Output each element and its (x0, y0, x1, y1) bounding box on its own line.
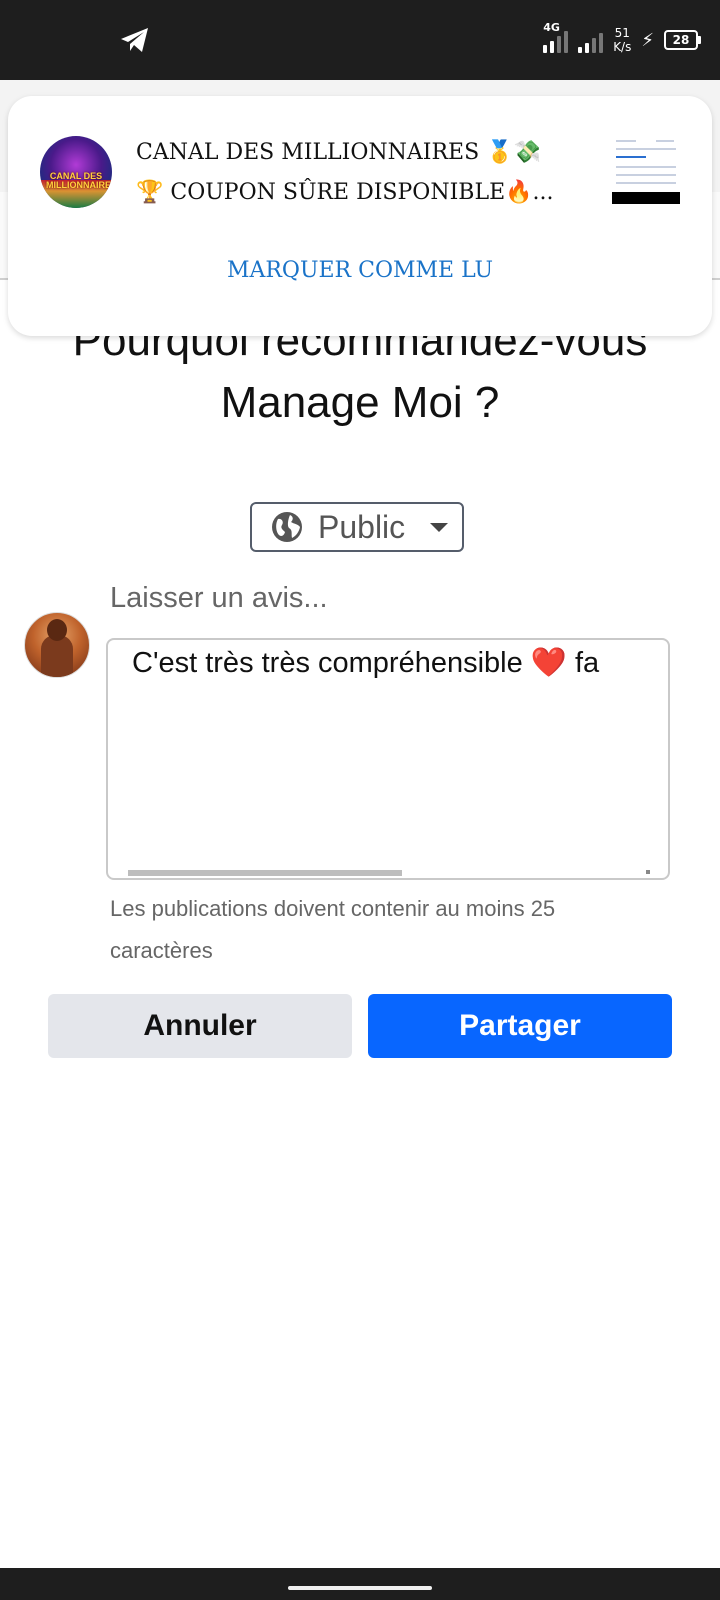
user-avatar (24, 612, 90, 678)
chevron-down-icon (430, 522, 448, 532)
review-textarea[interactable]: C'est très très compréhensible ❤️ fa (106, 638, 670, 880)
battery-icon: 28 (664, 30, 701, 50)
home-gesture-handle[interactable] (288, 1586, 432, 1590)
audience-selector[interactable]: Public (250, 502, 464, 552)
resize-handle-icon[interactable] (646, 870, 650, 874)
page-title-line2: Manage Moi ? (220, 378, 500, 427)
notification-card[interactable]: CANAL DES MILLIONNAIRES CANAL DES MILLIO… (8, 96, 712, 336)
review-text[interactable]: C'est très très compréhensible ❤️ fa (132, 646, 599, 680)
cancel-button[interactable]: Annuler (48, 994, 352, 1058)
signal-1-icon: 4G (543, 21, 569, 53)
globe-icon (272, 512, 302, 542)
status-indicators: 4G 51 K/s ⚡ 28 (543, 21, 701, 58)
notification-title: CANAL DES MILLIONNAIRES 🥇💸 (136, 140, 541, 165)
signal-2-icon (578, 27, 604, 53)
audience-label: Public (318, 508, 406, 545)
character-requirement-hint: Les publications doivent contenir au moi… (110, 896, 556, 963)
navigation-bar (0, 1568, 720, 1600)
channel-avatar-logo: CANAL DES MILLIONNAIRES (46, 171, 112, 190)
network-type-label: 4G (543, 21, 560, 34)
review-prompt: Laisser un avis... (110, 582, 328, 614)
charging-icon: ⚡ (641, 29, 654, 51)
mark-as-read-button[interactable]: MARQUER COMME LU (8, 258, 712, 283)
channel-avatar: CANAL DES MILLIONNAIRES (40, 136, 112, 208)
network-speed: 51 K/s (613, 26, 631, 54)
battery-level: 28 (672, 33, 690, 47)
review-text-start: C'est très très compréhensible (132, 647, 531, 679)
horizontal-scrollbar[interactable] (128, 870, 402, 876)
share-button[interactable]: Partager (368, 994, 672, 1058)
telegram-icon (121, 28, 148, 52)
review-text-end: fa (566, 647, 600, 679)
status-bar: 4G 51 K/s ⚡ 28 (0, 0, 720, 80)
notification-thumbnail (612, 136, 680, 204)
notification-body: 🏆 COUPON SÛRE DISPONIBLE🔥... (136, 180, 554, 205)
network-speed-value: 51 (614, 26, 630, 40)
heart-emoji: ❤️ (530, 647, 567, 679)
network-speed-unit: K/s (613, 40, 632, 54)
